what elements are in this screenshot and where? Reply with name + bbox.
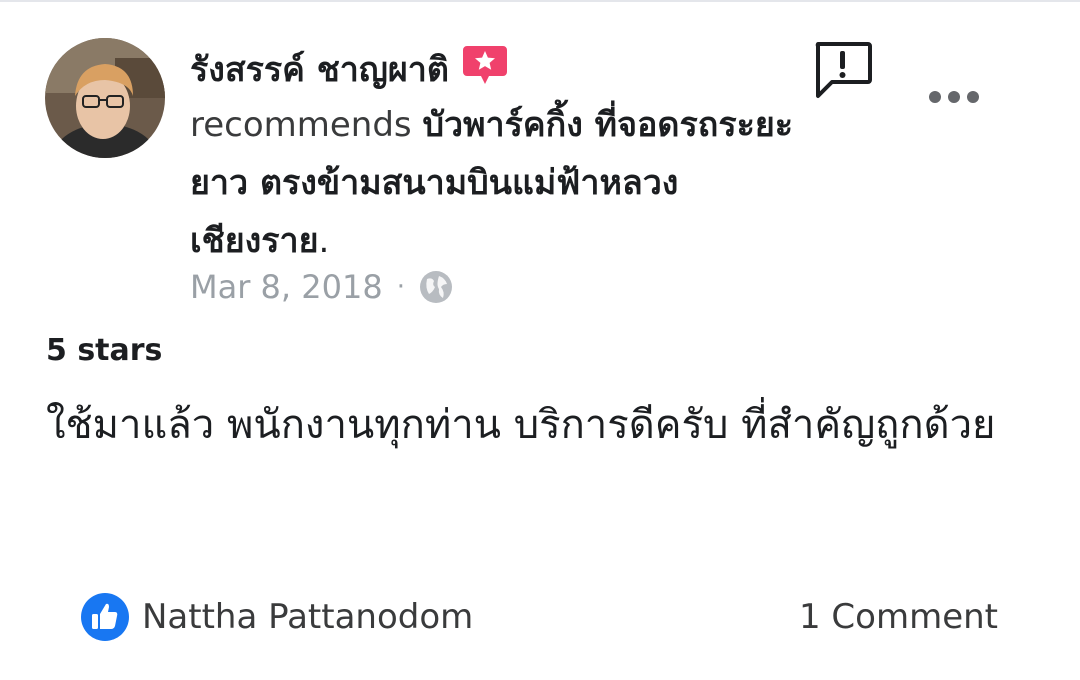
recommend-verb: recommends: [190, 105, 412, 145]
review-text: ใช้มาแล้ว พนักงานทุกท่าน บริการดีครับ ที…: [46, 402, 996, 448]
recommendation-text: recommends บัวพาร์คกิ้ง ที่จอดรถระยะยาว …: [190, 96, 810, 270]
like-icon: [81, 593, 129, 641]
place-suffix: .: [318, 221, 330, 261]
comment-count-link[interactable]: 1 Comment: [799, 590, 998, 644]
avatar-image: [45, 38, 165, 158]
star-badge-icon: [462, 46, 507, 84]
more-dots-icon[interactable]: [928, 86, 980, 108]
globe-icon: [419, 271, 452, 303]
meta-separator: ·: [396, 272, 405, 302]
author-name[interactable]: รังสรรค์ ชาญผาติ: [190, 40, 449, 100]
report-speech-bubble-icon[interactable]: [812, 40, 874, 100]
author-avatar[interactable]: [45, 38, 165, 158]
reactor-name: Nattha Pattanodom: [142, 597, 474, 637]
post-meta: Mar 8, 2018 ·: [190, 262, 453, 312]
post-date[interactable]: Mar 8, 2018: [190, 262, 383, 312]
reactions-summary[interactable]: Nattha Pattanodom: [80, 590, 473, 644]
rating-label: 5 stars: [46, 333, 163, 368]
post-header: รังสรรค์ ชาญผาติ: [190, 40, 507, 100]
top-divider: [0, 0, 1080, 2]
